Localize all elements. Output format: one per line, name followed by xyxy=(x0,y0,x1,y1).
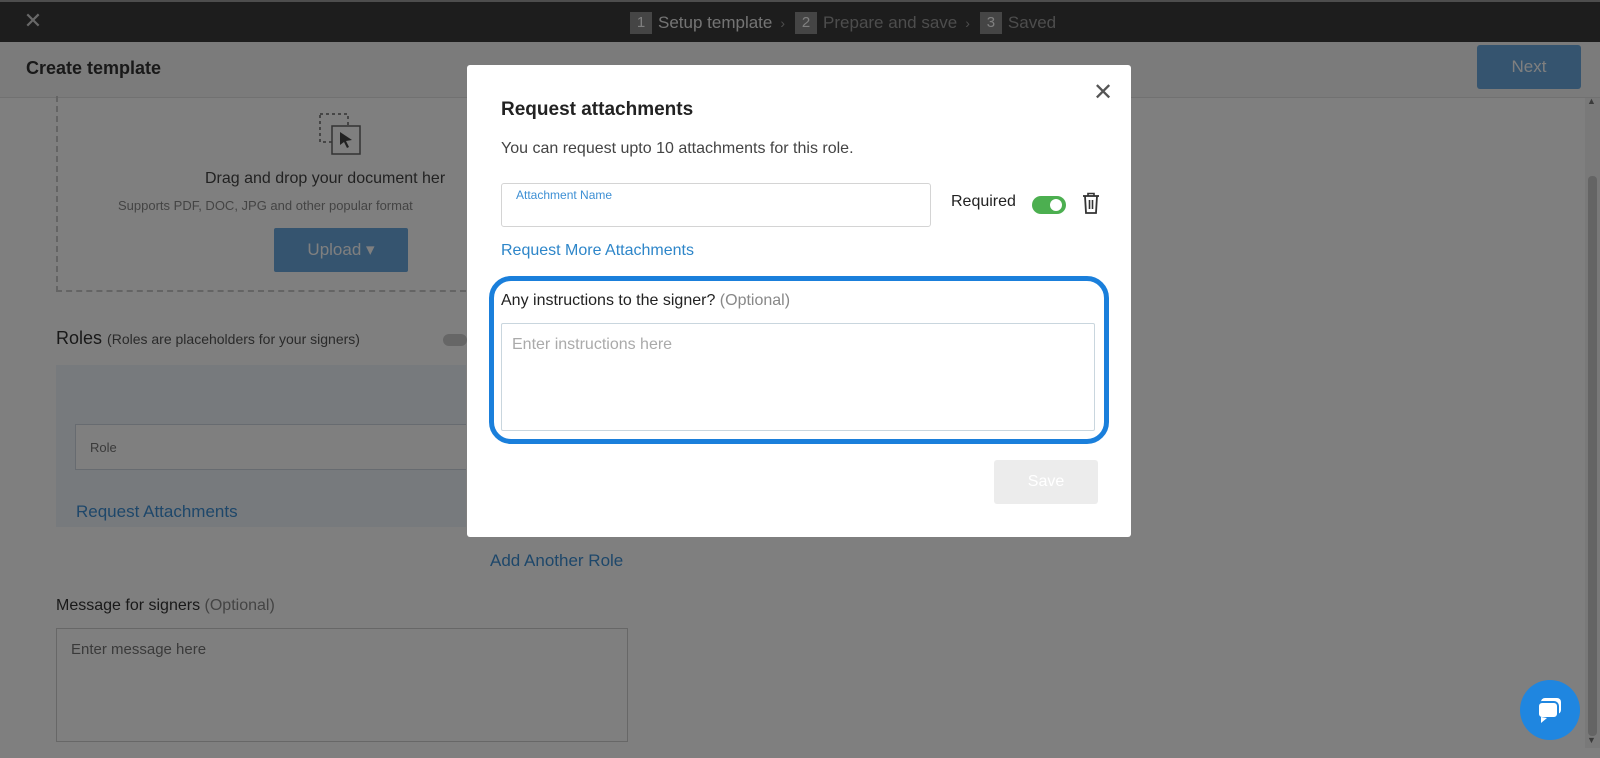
save-button[interactable]: Save xyxy=(994,460,1098,504)
close-icon[interactable]: ✕ xyxy=(1089,79,1117,107)
modal-title: Request attachments xyxy=(501,99,694,120)
required-label: Required xyxy=(951,193,1016,210)
attachment-name-input[interactable] xyxy=(516,204,916,224)
attachment-name-field[interactable]: Attachment Name xyxy=(501,183,931,227)
instructions-optional: (Optional) xyxy=(719,292,791,309)
attachment-name-label: Attachment Name xyxy=(516,188,613,202)
required-toggle[interactable] xyxy=(1032,196,1066,214)
modal-description: You can request upto 10 attachments for … xyxy=(501,140,854,157)
request-more-attachments-link[interactable]: Request More Attachments xyxy=(501,242,694,260)
instructions-label: Any instructions to the signer? (Optiona… xyxy=(501,292,790,310)
instructions-textarea[interactable] xyxy=(501,323,1095,431)
instructions-label-text: Any instructions to the signer? xyxy=(501,292,716,309)
trash-icon[interactable] xyxy=(1081,191,1101,215)
chat-widget-button[interactable] xyxy=(1520,680,1580,740)
request-attachments-modal: ✕ Request attachments You can request up… xyxy=(467,65,1131,537)
toggle-knob xyxy=(1050,199,1062,211)
chat-icon xyxy=(1537,698,1561,723)
